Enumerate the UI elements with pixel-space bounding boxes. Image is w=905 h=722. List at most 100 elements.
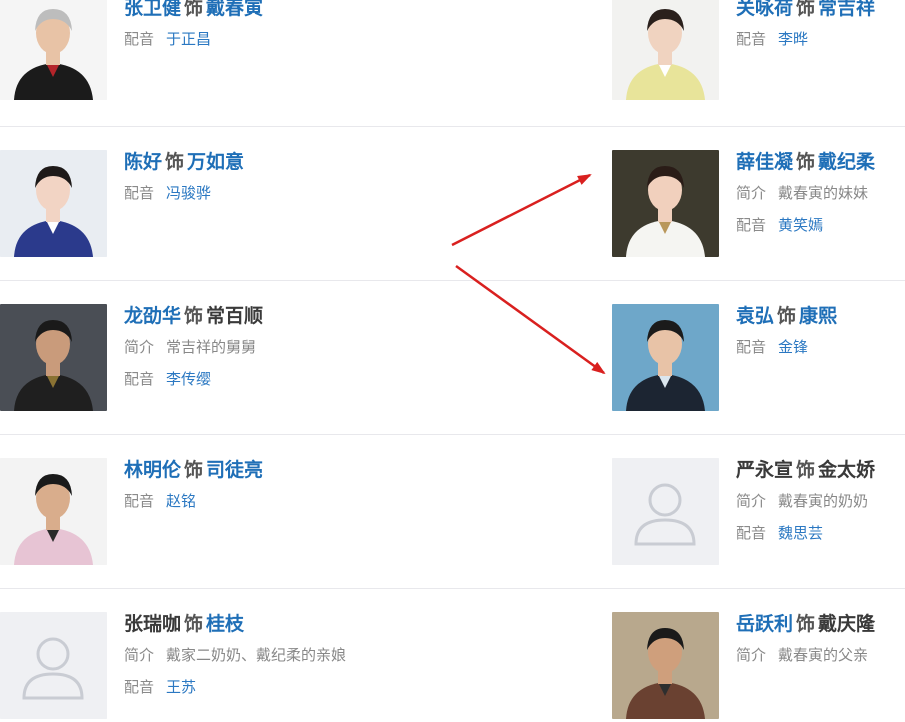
voice-line: 配音 魏思芸 bbox=[736, 523, 905, 543]
role-name: 金太娇 bbox=[818, 459, 876, 481]
annotation-arrow-down bbox=[455, 264, 606, 375]
intro-text: 常吉祥的舅舅 bbox=[166, 338, 257, 356]
actor-name: 严永宣 bbox=[736, 459, 794, 481]
cast-info: 陈好饰万如意配音 冯骏骅 bbox=[124, 150, 424, 203]
intro-text: 戴春寅的奶奶 bbox=[778, 492, 869, 510]
role-name[interactable]: 戴纪柔 bbox=[818, 151, 875, 173]
role-verb: 饰 bbox=[777, 305, 797, 327]
intro-line: 简介 常吉祥的舅舅 bbox=[124, 337, 424, 357]
voice-label: 配音 bbox=[736, 216, 767, 234]
cast-name-line: 严永宣饰金太娇 bbox=[736, 458, 905, 482]
intro-label: 简介 bbox=[124, 646, 155, 664]
row-divider bbox=[0, 280, 905, 281]
intro-text: 戴家二奶奶、戴纪柔的亲娘 bbox=[166, 646, 347, 664]
actor-name[interactable]: 龙劭华 bbox=[124, 305, 181, 327]
actor-photo[interactable] bbox=[0, 0, 107, 100]
voice-label: 配音 bbox=[736, 524, 767, 542]
cast-info: 袁弘饰康熙配音 金锋 bbox=[736, 304, 905, 357]
intro-line: 简介 戴春寅的奶奶 bbox=[736, 491, 905, 511]
voice-actor-link[interactable]: 李晔 bbox=[778, 30, 808, 48]
row-divider bbox=[0, 434, 905, 435]
cast-info: 张瑞咖饰桂枝 简介 戴家二奶奶、戴纪柔的亲娘 配音 王苏 bbox=[124, 612, 424, 697]
voice-actor-link[interactable]: 王苏 bbox=[166, 678, 196, 696]
voice-actor-link[interactable]: 冯骏骅 bbox=[166, 184, 211, 202]
cast-info: 林明伦饰司徒亮配音 赵铭 bbox=[124, 458, 424, 511]
intro-text: 戴春寅的父亲 bbox=[778, 646, 869, 664]
voice-actor-link[interactable]: 于正昌 bbox=[166, 30, 211, 48]
role-name[interactable]: 桂枝 bbox=[206, 613, 244, 635]
voice-line: 配音 黄笑嫣 bbox=[736, 215, 905, 235]
actor-photo[interactable] bbox=[0, 458, 107, 565]
row-divider bbox=[0, 126, 905, 127]
intro-label: 简介 bbox=[736, 492, 767, 510]
voice-label: 配音 bbox=[124, 30, 155, 48]
actor-name[interactable]: 袁弘 bbox=[736, 305, 774, 327]
cast-card: 张瑞咖饰桂枝 简介 戴家二奶奶、戴纪柔的亲娘 配音 王苏 bbox=[0, 612, 346, 722]
actor-name[interactable]: 陈好 bbox=[124, 151, 162, 173]
voice-actor-link[interactable]: 魏思芸 bbox=[778, 524, 823, 542]
cast-name-line: 关咏荷饰常吉祥 bbox=[736, 0, 905, 20]
actor-name[interactable]: 关咏荷 bbox=[736, 0, 793, 19]
voice-line: 配音 李传缨 bbox=[124, 369, 424, 389]
cast-card: 严永宣饰金太娇 简介 戴春寅的奶奶 配音 魏思芸 bbox=[612, 458, 905, 568]
actor-photo[interactable] bbox=[612, 0, 719, 100]
actor-photo[interactable] bbox=[612, 304, 719, 411]
voice-label: 配音 bbox=[124, 184, 155, 202]
annotation-arrow-up bbox=[451, 173, 592, 247]
cast-info: 严永宣饰金太娇 简介 戴春寅的奶奶 配音 魏思芸 bbox=[736, 458, 905, 543]
role-name: 常百顺 bbox=[206, 305, 264, 327]
cast-info: 岳跃利饰戴庆隆简介 戴春寅的父亲 bbox=[736, 612, 905, 665]
voice-line: 配音 金锋 bbox=[736, 337, 905, 357]
cast-info: 龙劭华饰常百顺 简介 常吉祥的舅舅 配音 李传缨 bbox=[124, 304, 424, 389]
cast-info: 张卫健饰戴春寅 配音 于正昌 bbox=[124, 0, 424, 49]
voice-actor-link[interactable]: 李传缨 bbox=[166, 370, 211, 388]
cast-card: 袁弘饰康熙配音 金锋 bbox=[612, 304, 905, 414]
role-name[interactable]: 常吉祥 bbox=[818, 0, 875, 19]
row-divider bbox=[0, 588, 905, 589]
cast-name-line: 张瑞咖饰桂枝 bbox=[124, 612, 424, 636]
intro-text: 戴春寅的妹妹 bbox=[778, 184, 869, 202]
role-verb: 饰 bbox=[796, 459, 816, 481]
voice-line: 配音 赵铭 bbox=[124, 491, 424, 511]
cast-name-line: 岳跃利饰戴庆隆 bbox=[736, 612, 905, 636]
actor-photo[interactable] bbox=[0, 304, 107, 411]
intro-label: 简介 bbox=[736, 184, 767, 202]
intro-label: 简介 bbox=[736, 646, 767, 664]
voice-label: 配音 bbox=[124, 370, 155, 388]
voice-line: 配音 于正昌 bbox=[124, 29, 424, 49]
actor-name[interactable]: 林明伦 bbox=[124, 459, 181, 481]
voice-actor-link[interactable]: 黄笑嫣 bbox=[778, 216, 823, 234]
role-name[interactable]: 万如意 bbox=[187, 151, 244, 173]
cast-name-line: 龙劭华饰常百顺 bbox=[124, 304, 424, 328]
voice-label: 配音 bbox=[736, 338, 767, 356]
actor-name[interactable]: 张卫健 bbox=[124, 0, 181, 19]
voice-actor-link[interactable]: 赵铭 bbox=[166, 492, 196, 510]
role-name[interactable]: 戴春寅 bbox=[206, 0, 263, 19]
voice-line: 配音 冯骏骅 bbox=[124, 183, 424, 203]
intro-label: 简介 bbox=[124, 338, 155, 356]
cast-info: 关咏荷饰常吉祥 配音 李晔 bbox=[736, 0, 905, 49]
role-verb: 饰 bbox=[184, 459, 204, 481]
cast-card: 张卫健饰戴春寅 配音 于正昌 bbox=[0, 0, 300, 106]
actor-photo[interactable] bbox=[612, 150, 719, 257]
intro-line: 简介 戴春寅的父亲 bbox=[736, 645, 905, 665]
cast-card: 林明伦饰司徒亮 配音 赵铭 bbox=[0, 458, 300, 568]
cast-card: 关咏荷饰常吉祥 配音 李晔 bbox=[612, 0, 905, 106]
role-verb: 饰 bbox=[184, 305, 204, 327]
actor-photo[interactable] bbox=[612, 612, 719, 719]
role-verb: 饰 bbox=[165, 151, 185, 173]
intro-line: 简介 戴春寅的妹妹 bbox=[736, 183, 905, 203]
intro-line: 简介 戴家二奶奶、戴纪柔的亲娘 bbox=[124, 645, 424, 665]
actor-name[interactable]: 薛佳凝 bbox=[736, 151, 793, 173]
avatar-placeholder-icon bbox=[612, 458, 719, 565]
voice-actor-link[interactable]: 金锋 bbox=[778, 338, 808, 356]
avatar-placeholder-icon bbox=[0, 612, 107, 719]
cast-name-line: 陈好饰万如意 bbox=[124, 150, 424, 174]
cast-card: 龙劭华饰常百顺简介 常吉祥的舅舅 配音 李传缨 bbox=[0, 304, 300, 414]
actor-name[interactable]: 岳跃利 bbox=[736, 613, 793, 635]
cast-card: 岳跃利饰戴庆隆简介 戴春寅的父亲 bbox=[612, 612, 905, 722]
role-name[interactable]: 康熙 bbox=[799, 305, 837, 327]
role-name[interactable]: 司徒亮 bbox=[206, 459, 263, 481]
actor-photo[interactable] bbox=[0, 150, 107, 257]
role-verb: 饰 bbox=[796, 0, 816, 19]
